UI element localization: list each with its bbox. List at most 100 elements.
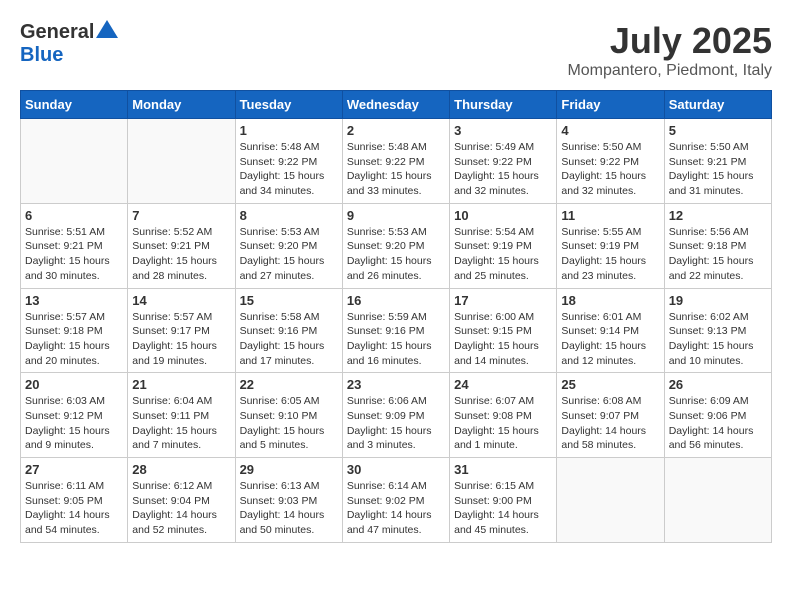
calendar-day-cell: 3 Sunrise: 5:49 AM Sunset: 9:22 PM Daylig… bbox=[450, 119, 557, 204]
calendar-day-cell: 4 Sunrise: 5:50 AM Sunset: 9:22 PM Daylig… bbox=[557, 119, 664, 204]
day-info: Sunrise: 6:03 AM Sunset: 9:12 PM Dayligh… bbox=[25, 394, 123, 453]
day-number: 11 bbox=[561, 208, 659, 223]
calendar-day-cell bbox=[664, 458, 771, 543]
day-info: Sunrise: 5:52 AM Sunset: 9:21 PM Dayligh… bbox=[132, 225, 230, 284]
logo-blue: Blue bbox=[20, 44, 63, 66]
day-info: Sunrise: 5:51 AM Sunset: 9:21 PM Dayligh… bbox=[25, 225, 123, 284]
day-number: 27 bbox=[25, 462, 123, 477]
day-info: Sunrise: 6:00 AM Sunset: 9:15 PM Dayligh… bbox=[454, 310, 552, 369]
day-info: Sunrise: 5:59 AM Sunset: 9:16 PM Dayligh… bbox=[347, 310, 445, 369]
day-number: 12 bbox=[669, 208, 767, 223]
day-of-week-header: Wednesday bbox=[342, 91, 449, 119]
calendar-day-cell: 29 Sunrise: 6:13 AM Sunset: 9:03 PM Dayli… bbox=[235, 458, 342, 543]
calendar-week-row: 13Sunrise: 5:57 AM Sunset: 9:18 PM Dayli… bbox=[21, 288, 772, 373]
day-info: Sunrise: 5:53 AM Sunset: 9:20 PM Dayligh… bbox=[347, 225, 445, 284]
location-subtitle: Mompantero, Piedmont, Italy bbox=[567, 62, 772, 80]
day-info: Sunrise: 5:48 AM Sunset: 9:22 PM Dayligh… bbox=[240, 140, 338, 199]
day-number: 3 bbox=[454, 123, 552, 138]
day-number: 7 bbox=[132, 208, 230, 223]
day-info: Sunrise: 6:13 AM Sunset: 9:03 PM Dayligh… bbox=[240, 479, 338, 538]
day-info: Sunrise: 5:55 AM Sunset: 9:19 PM Dayligh… bbox=[561, 225, 659, 284]
day-info: Sunrise: 6:07 AM Sunset: 9:08 PM Dayligh… bbox=[454, 394, 552, 453]
logo-text: General Blue bbox=[20, 20, 118, 67]
day-of-week-header: Tuesday bbox=[235, 91, 342, 119]
calendar-day-cell: 1 Sunrise: 5:48 AM Sunset: 9:22 PM Daylig… bbox=[235, 119, 342, 204]
day-info: Sunrise: 6:14 AM Sunset: 9:02 PM Dayligh… bbox=[347, 479, 445, 538]
calendar-day-cell: 14 Sunrise: 5:57 AM Sunset: 9:17 PM Dayli… bbox=[128, 288, 235, 373]
calendar-day-cell: 26Sunrise: 6:09 AM Sunset: 9:06 PM Dayli… bbox=[664, 373, 771, 458]
calendar-week-row: 20 Sunrise: 6:03 AM Sunset: 9:12 PM Dayli… bbox=[21, 373, 772, 458]
calendar-day-cell bbox=[128, 119, 235, 204]
day-info: Sunrise: 6:06 AM Sunset: 9:09 PM Dayligh… bbox=[347, 394, 445, 453]
day-info: Sunrise: 5:54 AM Sunset: 9:19 PM Dayligh… bbox=[454, 225, 552, 284]
day-number: 30 bbox=[347, 462, 445, 477]
day-info: Sunrise: 5:58 AM Sunset: 9:16 PM Dayligh… bbox=[240, 310, 338, 369]
calendar-week-row: 1 Sunrise: 5:48 AM Sunset: 9:22 PM Daylig… bbox=[21, 119, 772, 204]
calendar-day-cell: 15 Sunrise: 5:58 AM Sunset: 9:16 PM Dayli… bbox=[235, 288, 342, 373]
day-info: Sunrise: 5:57 AM Sunset: 9:18 PM Dayligh… bbox=[25, 310, 123, 369]
day-info: Sunrise: 5:56 AM Sunset: 9:18 PM Dayligh… bbox=[669, 225, 767, 284]
day-info: Sunrise: 5:57 AM Sunset: 9:17 PM Dayligh… bbox=[132, 310, 230, 369]
day-number: 17 bbox=[454, 293, 552, 308]
calendar-day-cell: 21 Sunrise: 6:04 AM Sunset: 9:11 PM Dayli… bbox=[128, 373, 235, 458]
day-of-week-header: Monday bbox=[128, 91, 235, 119]
logo-icon bbox=[96, 20, 118, 38]
day-number: 26 bbox=[669, 377, 767, 392]
day-number: 18 bbox=[561, 293, 659, 308]
day-info: Sunrise: 6:15 AM Sunset: 9:00 PM Dayligh… bbox=[454, 479, 552, 538]
calendar-day-cell: 31 Sunrise: 6:15 AM Sunset: 9:00 PM Dayli… bbox=[450, 458, 557, 543]
day-number: 15 bbox=[240, 293, 338, 308]
calendar-day-cell: 8Sunrise: 5:53 AM Sunset: 9:20 PM Daylig… bbox=[235, 203, 342, 288]
day-number: 31 bbox=[454, 462, 552, 477]
day-number: 20 bbox=[25, 377, 123, 392]
title-section: July 2025 Mompantero, Piedmont, Italy bbox=[567, 20, 772, 80]
day-info: Sunrise: 6:04 AM Sunset: 9:11 PM Dayligh… bbox=[132, 394, 230, 453]
calendar-day-cell: 27 Sunrise: 6:11 AM Sunset: 9:05 PM Dayli… bbox=[21, 458, 128, 543]
calendar-day-cell: 11 Sunrise: 5:55 AM Sunset: 9:19 PM Dayli… bbox=[557, 203, 664, 288]
day-number: 29 bbox=[240, 462, 338, 477]
day-number: 4 bbox=[561, 123, 659, 138]
calendar-day-cell: 9 Sunrise: 5:53 AM Sunset: 9:20 PM Daylig… bbox=[342, 203, 449, 288]
day-info: Sunrise: 6:11 AM Sunset: 9:05 PM Dayligh… bbox=[25, 479, 123, 538]
day-info: Sunrise: 6:05 AM Sunset: 9:10 PM Dayligh… bbox=[240, 394, 338, 453]
logo-general: General bbox=[20, 21, 94, 43]
day-of-week-header: Thursday bbox=[450, 91, 557, 119]
calendar-body: 1 Sunrise: 5:48 AM Sunset: 9:22 PM Daylig… bbox=[21, 119, 772, 543]
day-info: Sunrise: 5:50 AM Sunset: 9:22 PM Dayligh… bbox=[561, 140, 659, 199]
days-of-week-row: SundayMondayTuesdayWednesdayThursdayFrid… bbox=[21, 91, 772, 119]
day-number: 1 bbox=[240, 123, 338, 138]
page-header: General Blue July 2025 Mompantero, Piedm… bbox=[20, 20, 772, 80]
day-number: 28 bbox=[132, 462, 230, 477]
calendar-day-cell: 23Sunrise: 6:06 AM Sunset: 9:09 PM Dayli… bbox=[342, 373, 449, 458]
logo: General Blue bbox=[20, 20, 118, 67]
calendar-day-cell: 6 Sunrise: 5:51 AM Sunset: 9:21 PM Daylig… bbox=[21, 203, 128, 288]
day-info: Sunrise: 5:49 AM Sunset: 9:22 PM Dayligh… bbox=[454, 140, 552, 199]
day-number: 6 bbox=[25, 208, 123, 223]
calendar-table: SundayMondayTuesdayWednesdayThursdayFrid… bbox=[20, 90, 772, 543]
calendar-day-cell bbox=[557, 458, 664, 543]
calendar-day-cell: 19Sunrise: 6:02 AM Sunset: 9:13 PM Dayli… bbox=[664, 288, 771, 373]
calendar-day-cell: 17 Sunrise: 6:00 AM Sunset: 9:15 PM Dayli… bbox=[450, 288, 557, 373]
day-of-week-header: Sunday bbox=[21, 91, 128, 119]
day-number: 14 bbox=[132, 293, 230, 308]
calendar-day-cell: 28Sunrise: 6:12 AM Sunset: 9:04 PM Dayli… bbox=[128, 458, 235, 543]
calendar-day-cell: 13Sunrise: 5:57 AM Sunset: 9:18 PM Dayli… bbox=[21, 288, 128, 373]
day-number: 16 bbox=[347, 293, 445, 308]
day-info: Sunrise: 6:08 AM Sunset: 9:07 PM Dayligh… bbox=[561, 394, 659, 453]
calendar-day-cell: 16 Sunrise: 5:59 AM Sunset: 9:16 PM Dayli… bbox=[342, 288, 449, 373]
calendar-header: SundayMondayTuesdayWednesdayThursdayFrid… bbox=[21, 91, 772, 119]
day-number: 5 bbox=[669, 123, 767, 138]
day-of-week-header: Friday bbox=[557, 91, 664, 119]
day-number: 9 bbox=[347, 208, 445, 223]
day-info: Sunrise: 5:53 AM Sunset: 9:20 PM Dayligh… bbox=[240, 225, 338, 284]
day-number: 19 bbox=[669, 293, 767, 308]
calendar-day-cell: 20 Sunrise: 6:03 AM Sunset: 9:12 PM Dayli… bbox=[21, 373, 128, 458]
calendar-day-cell bbox=[21, 119, 128, 204]
month-year-title: July 2025 bbox=[567, 20, 772, 62]
calendar-day-cell: 18Sunrise: 6:01 AM Sunset: 9:14 PM Dayli… bbox=[557, 288, 664, 373]
day-number: 21 bbox=[132, 377, 230, 392]
calendar-day-cell: 25Sunrise: 6:08 AM Sunset: 9:07 PM Dayli… bbox=[557, 373, 664, 458]
day-number: 24 bbox=[454, 377, 552, 392]
calendar-day-cell: 7 Sunrise: 5:52 AM Sunset: 9:21 PM Daylig… bbox=[128, 203, 235, 288]
day-number: 22 bbox=[240, 377, 338, 392]
